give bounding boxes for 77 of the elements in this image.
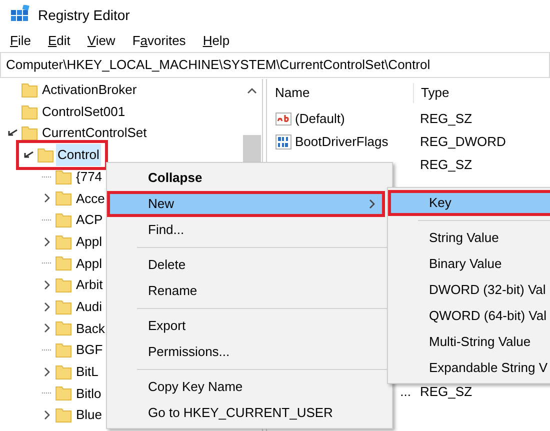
menu-item[interactable]: Copy Key Name — [107, 374, 385, 400]
folder-icon — [36, 146, 54, 163]
column-header[interactable]: Type — [413, 83, 450, 103]
folder-icon — [55, 320, 72, 336]
menu-item[interactable]: String Value — [388, 225, 550, 251]
menu-item[interactable]: View — [85, 31, 118, 51]
folder-icon — [21, 125, 38, 142]
menu-item[interactable]: Expandable String V — [388, 355, 550, 381]
folder-icon — [55, 234, 72, 250]
window-title: Registry Editor — [38, 6, 130, 25]
folder-icon — [55, 407, 72, 424]
tree-item[interactable]: Acce — [74, 188, 107, 210]
column-header[interactable]: Name — [267, 83, 413, 103]
expand-chevron-icon[interactable] — [43, 302, 51, 312]
menu-item[interactable]: Help — [200, 31, 232, 51]
expand-chevron-icon[interactable] — [43, 410, 51, 420]
value-name[interactable]: (Default) — [295, 108, 345, 128]
expand-chevron-icon[interactable] — [43, 236, 51, 247]
tree-item[interactable]: BitL — [74, 361, 100, 383]
menu-item[interactable]: QWORD (64-bit) Val — [388, 303, 550, 329]
value-name[interactable]: ... — [400, 382, 411, 402]
menu-item[interactable]: Binary Value — [388, 251, 550, 277]
scroll-up-icon[interactable] — [247, 87, 257, 95]
menu-item[interactable]: Permissions... — [107, 339, 385, 365]
folder-icon — [55, 277, 72, 294]
tree-item[interactable]: ControlSet001 — [40, 100, 128, 122]
string-value-icon — [275, 110, 292, 127]
tree-item[interactable]: Audi — [74, 296, 104, 318]
value-type: REG_SZ — [420, 156, 472, 172]
expand-chevron-icon[interactable] — [43, 366, 51, 377]
tree-item[interactable]: Arbit — [74, 274, 105, 296]
folder-icon — [55, 298, 72, 315]
tree-item[interactable]: Appl — [74, 230, 104, 252]
folder-icon — [55, 255, 72, 272]
menu-item[interactable]: Edit — [46, 31, 72, 51]
tree-item[interactable]: ActivationBroker — [40, 79, 139, 101]
menu-item[interactable]: Key — [388, 190, 550, 216]
menu-item[interactable]: Rename — [107, 278, 385, 304]
value-type: REG_SZ — [420, 110, 472, 126]
menu-item[interactable]: Go to HKEY_CURRENT_USER — [107, 400, 385, 426]
menu-item[interactable]: DWORD (32-bit) Val — [388, 277, 550, 303]
value-name[interactable]: BootDriverFlags — [295, 132, 388, 152]
folder-icon — [55, 342, 72, 358]
folder-icon — [55, 212, 72, 228]
menu-item[interactable]: Favorites — [130, 31, 188, 51]
menu-item[interactable]: New — [107, 191, 385, 217]
tree-item[interactable]: {774 — [74, 166, 104, 188]
menu-item[interactable]: Delete — [107, 252, 385, 278]
menu-item[interactable]: Export — [107, 313, 385, 339]
tree-item[interactable]: Control — [56, 144, 102, 166]
menu-item[interactable]: Collapse — [107, 165, 385, 191]
menu-item[interactable]: File — [8, 31, 33, 51]
collapse-chevron-icon[interactable] — [24, 150, 34, 159]
folder-icon — [21, 82, 38, 98]
folder-icon — [55, 385, 72, 402]
menu-item[interactable]: Find... — [107, 217, 385, 243]
collapse-chevron-icon[interactable] — [8, 129, 18, 138]
expand-chevron-icon[interactable] — [43, 280, 51, 290]
folder-icon — [55, 364, 72, 380]
address-field[interactable]: Computer\HKEY_LOCAL_MACHINE\SYSTEM\CurrentControlSet\Control — [0, 52, 550, 78]
expand-chevron-icon[interactable] — [43, 323, 51, 334]
scrollbar-thumb[interactable] — [243, 135, 261, 163]
folder-icon — [21, 104, 38, 120]
tree-item[interactable]: CurrentControlSet — [40, 122, 149, 144]
tree-item[interactable]: Appl — [74, 252, 104, 274]
folder-icon — [55, 168, 72, 185]
tree-item[interactable]: BGF — [74, 339, 105, 361]
value-type: REG_DWORD — [420, 134, 506, 149]
binary-value-icon — [275, 133, 292, 150]
expand-chevron-icon[interactable] — [43, 193, 51, 204]
tree-item[interactable]: Bitlo — [74, 382, 104, 404]
tree-item[interactable]: Blue — [74, 404, 104, 426]
tree-item[interactable]: Back — [74, 318, 107, 340]
tree-item[interactable]: ACP — [74, 209, 105, 231]
value-type: REG_SZ — [420, 384, 472, 399]
folder-icon — [55, 190, 72, 206]
menu-item[interactable]: Multi-String Value — [388, 329, 550, 355]
